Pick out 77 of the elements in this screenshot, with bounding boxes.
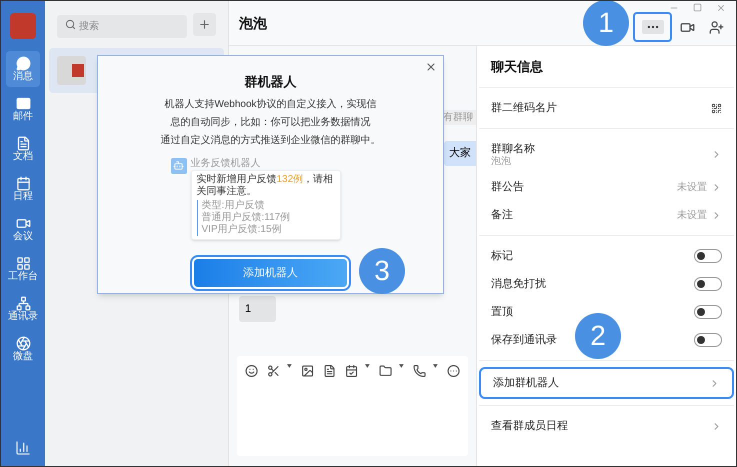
sidebar-icon (16, 256, 30, 270)
emoji-icon[interactable] (245, 364, 258, 378)
message-bubble: 1 (239, 296, 276, 322)
folder-icon[interactable] (379, 364, 392, 378)
description-line: 通过自定义消息的方式推送到企业微信的群聊中。 (160, 134, 380, 148)
qr-code-icon (711, 102, 722, 114)
quote-line: VIP用户反馈:15例 (202, 224, 283, 236)
sidebar-item[interactable]: 邮件 (6, 91, 40, 127)
calendar-check-icon[interactable] (345, 364, 358, 378)
sidebar-icon (16, 96, 30, 110)
row-label: 群聊名称 (491, 142, 535, 156)
add-button[interactable] (193, 13, 216, 36)
sidebar-icon (16, 136, 30, 150)
quote-line: 普通用户反馈:117例 (202, 212, 292, 224)
add-member-icon[interactable] (709, 20, 724, 34)
phone-icon[interactable] (413, 364, 426, 378)
sidebar-item[interactable]: 微盘 (6, 331, 40, 367)
row-label: 置顶 (491, 304, 513, 320)
settings-row[interactable]: 备注 未设置 (479, 201, 734, 229)
row-label: 保存到通讯录 (491, 332, 557, 348)
toggle-switch[interactable] (694, 277, 722, 291)
document-icon[interactable] (323, 364, 336, 378)
group-avatar-placeholder (57, 56, 86, 85)
sidebar-item[interactable]: 文档 (6, 131, 40, 167)
sidebar-item[interactable]: 会议 (6, 211, 40, 247)
maximize-icon[interactable] (693, 3, 702, 12)
chart-icon[interactable] (15, 440, 31, 456)
row-label: 备注 (491, 208, 513, 223)
more-button[interactable] (633, 12, 672, 42)
more-icon[interactable] (446, 364, 460, 378)
description-line: 息的自动同步，比如：你可以把业务数据情况 (170, 116, 370, 130)
settings-row[interactable]: 群聊名称 泡泡 (479, 135, 734, 173)
sidebar-icon (16, 336, 30, 350)
add-robot-button[interactable]: 添加机器人 (194, 259, 347, 287)
search-icon (65, 19, 76, 30)
row-value: 未设置 (677, 180, 707, 194)
caret-icon[interactable] (433, 364, 438, 368)
panel-title: 聊天信息 (479, 46, 734, 88)
description-line: 机器人支持Webhook协议的自定义接入，实现信 (164, 98, 377, 112)
dialog-title: 群机器人 (244, 73, 296, 91)
sidebar-item[interactable]: 工作台 (6, 251, 40, 287)
row-label: 消息免打扰 (491, 276, 546, 292)
quote-line: 类型:用户反馈 (202, 200, 266, 212)
sidebar-item[interactable]: 消息 (6, 51, 40, 87)
caret-icon[interactable] (287, 364, 292, 368)
message-bubble: 大家 (444, 141, 476, 166)
toggle-switch[interactable] (694, 333, 722, 347)
robot-avatar (170, 158, 186, 174)
settings-row[interactable]: 添加群机器人 (479, 367, 734, 399)
row-label: 标记 (491, 248, 513, 264)
row-value: 未设置 (677, 208, 707, 222)
sidebar-item[interactable]: 通讯录 (6, 291, 40, 327)
plus-icon (198, 18, 211, 31)
bot-name: 业务反馈机器人 (190, 158, 262, 170)
toggle-switch[interactable] (694, 305, 722, 319)
sidebar-icon (16, 56, 30, 70)
chat-title: 泡泡 (239, 14, 267, 32)
close-icon[interactable] (425, 61, 437, 73)
image-icon[interactable] (301, 364, 314, 378)
settings-row[interactable]: 群公告 未设置 (479, 173, 734, 201)
row-label: 查看群成员日程 (491, 418, 568, 434)
caret-icon[interactable] (365, 364, 370, 368)
avatar-photo-placeholder (10, 13, 36, 39)
caret-icon[interactable] (399, 364, 404, 368)
row-label: 群公告 (491, 180, 524, 195)
sidebar-icon (16, 176, 30, 190)
sidebar-item[interactable]: 日程 (6, 171, 40, 207)
scissors-icon[interactable] (267, 364, 280, 378)
settings-row[interactable]: 群二维码名片 (479, 94, 734, 122)
toggle-switch[interactable] (694, 249, 722, 263)
row-label: 添加群机器人 (493, 376, 559, 391)
more-icon (642, 20, 664, 34)
card-message: 实时新增用户反馈132例，请相关同事注意。 (196, 174, 334, 198)
row-subtitle: 泡泡 (491, 157, 511, 168)
sidebar-icon (16, 296, 30, 310)
search-field[interactable]: 搜索 (57, 15, 187, 38)
settings-row[interactable]: 查看群成员日程 (479, 412, 734, 440)
